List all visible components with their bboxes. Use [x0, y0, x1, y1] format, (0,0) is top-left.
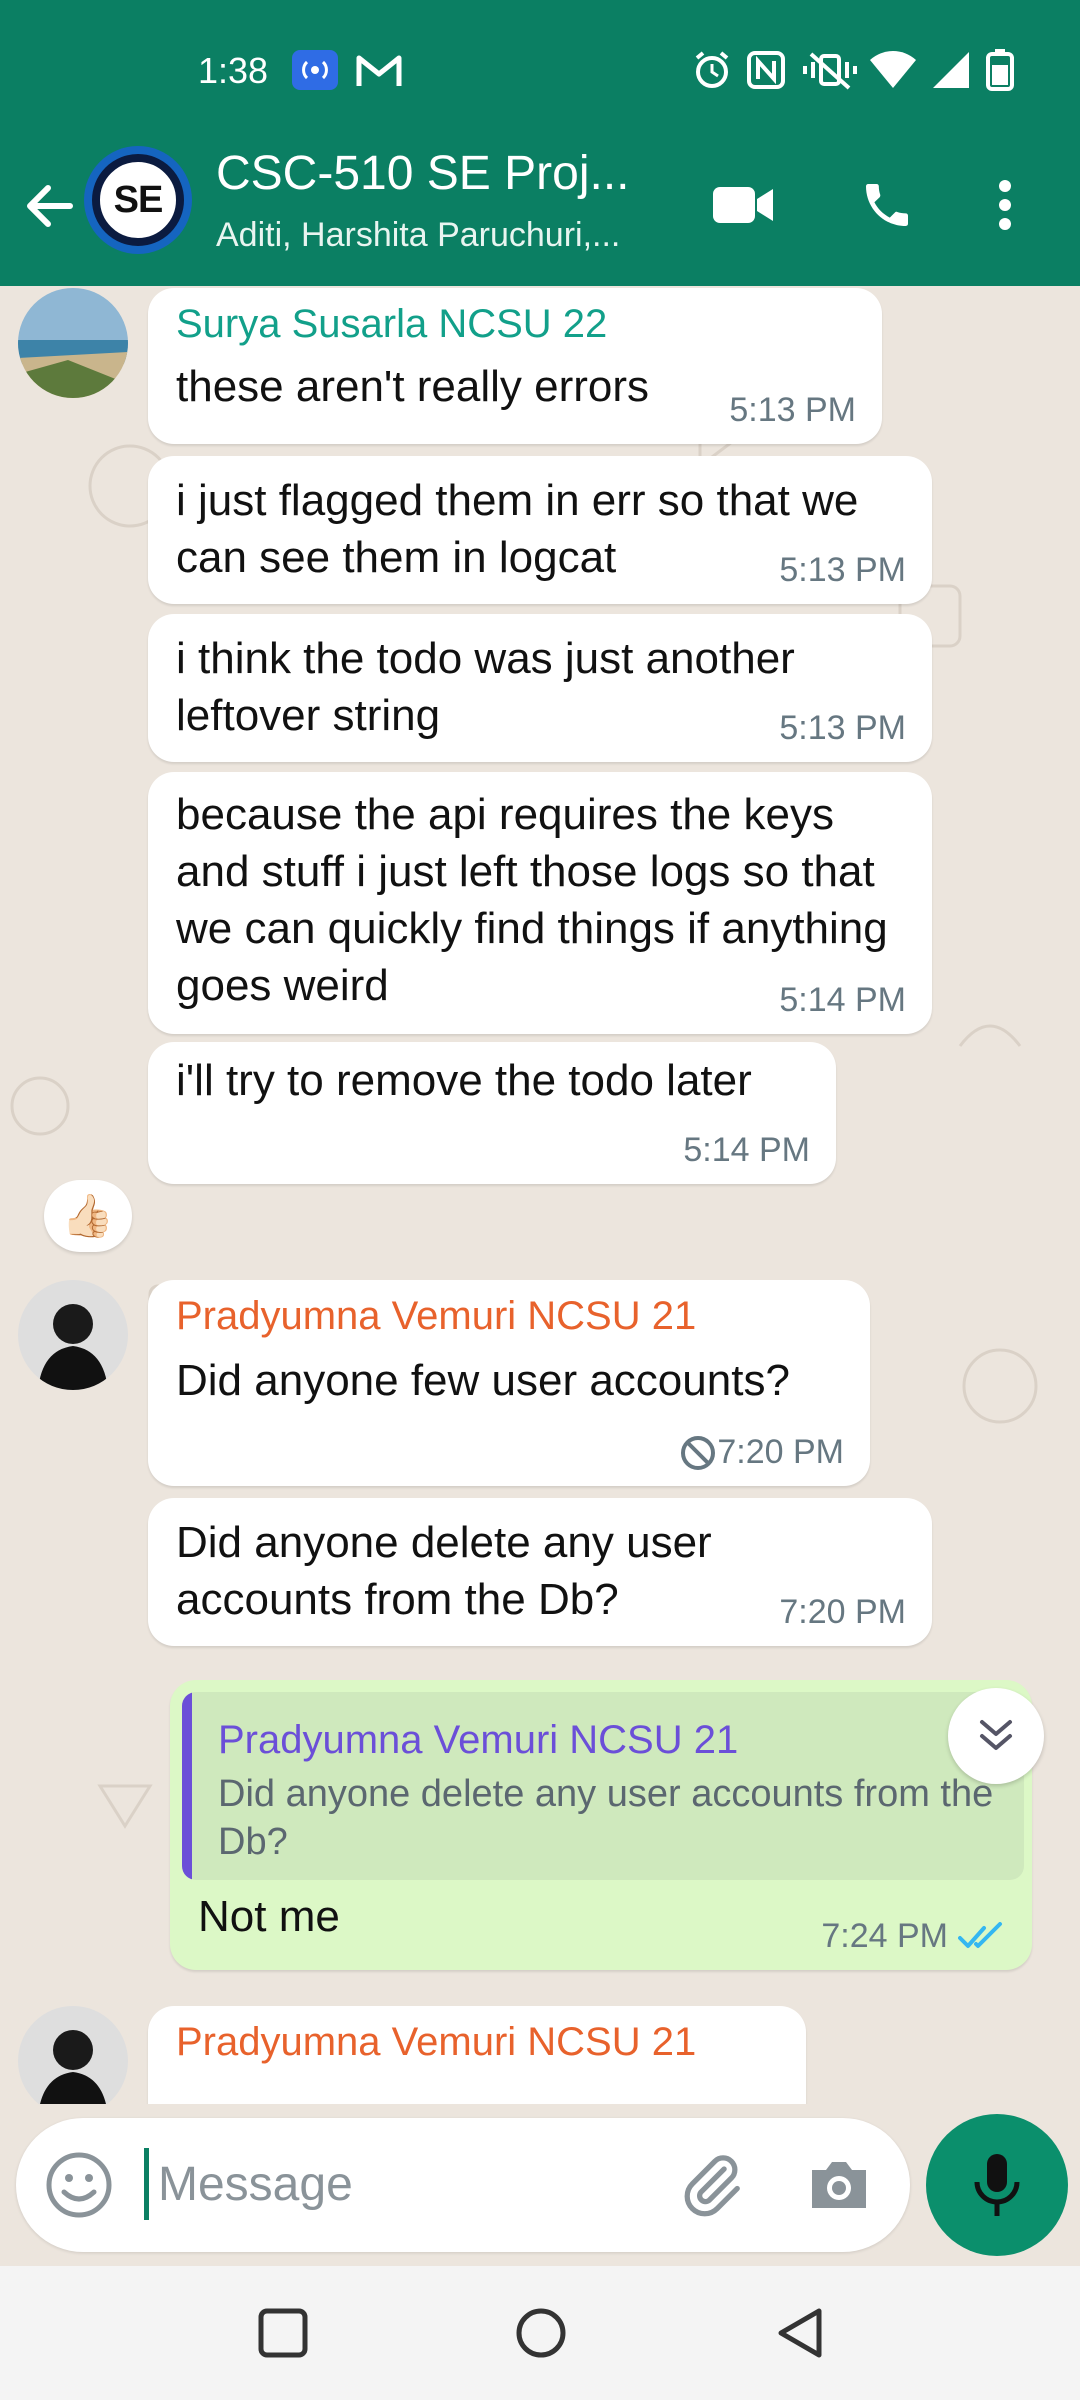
reaction-badge[interactable]: 👍🏻 — [44, 1180, 132, 1252]
back-arrow-icon[interactable] — [18, 174, 82, 238]
wifi-icon — [868, 50, 918, 90]
quoted-text: Did anyone delete any user accounts from… — [218, 1773, 994, 1863]
group-members[interactable]: Aditi, Harshita Paruchuri,... — [216, 216, 620, 255]
message-time-row: 7:24 PM — [821, 1917, 1006, 1956]
sender-avatar[interactable] — [18, 1280, 128, 1390]
message-bubble[interactable]: i'll try to remove the todo later 5:14 P… — [148, 1042, 836, 1184]
message-bubble[interactable]: i think the todo was just another leftov… — [148, 614, 932, 762]
message-time: 5:14 PM — [683, 1131, 810, 1169]
nfc-icon — [746, 50, 786, 90]
quoted-message[interactable]: Pradyumna Vemuri NCSU 21 Did anyone dele… — [182, 1692, 1024, 1880]
message-time-row: 7:20 PM — [679, 1433, 844, 1472]
message-time: 5:13 PM — [779, 551, 906, 589]
scroll-to-bottom-button[interactable] — [948, 1688, 1044, 1784]
message-text: these aren't really errors — [176, 362, 650, 411]
gmail-icon — [356, 50, 402, 90]
microphone-icon — [974, 2154, 1020, 2216]
status-bar: 1:38 — [0, 0, 1080, 140]
message-bubble[interactable]: Surya Susarla NCSU 22 these aren't reall… — [148, 288, 882, 444]
message-input[interactable] — [158, 2144, 658, 2224]
video-call-icon[interactable] — [708, 170, 778, 240]
message-text: because the api requires the keys and st… — [176, 790, 888, 1010]
sender-avatar[interactable] — [18, 288, 128, 398]
attachment-icon[interactable] — [676, 2150, 746, 2220]
read-receipt-icon — [958, 1921, 1002, 1948]
message-time: 5:13 PM — [779, 709, 906, 747]
message-text: i'll try to remove the todo later — [176, 1056, 752, 1105]
message-time: 5:14 PM — [779, 981, 906, 1019]
message-text: i think the todo was just another leftov… — [176, 634, 795, 740]
emoji-icon[interactable] — [44, 2150, 114, 2220]
status-time: 1:38 — [198, 50, 269, 91]
message-sender: Pradyumna Vemuri NCSU 21 — [176, 1294, 697, 1338]
back-icon[interactable] — [764, 2298, 834, 2368]
group-avatar-text: SE — [113, 178, 164, 221]
message-bubble[interactable]: Did anyone delete any user accounts from… — [148, 1498, 932, 1646]
quoted-sender: Pradyumna Vemuri NCSU 21 — [218, 1718, 739, 1762]
voice-call-icon[interactable] — [852, 170, 922, 240]
message-bubble[interactable]: because the api requires the keys and st… — [148, 772, 932, 1034]
message-bubble[interactable]: Pradyumna Vemuri NCSU 21 ... — [148, 2006, 806, 2104]
message-text: Not me — [198, 1892, 340, 1941]
battery-icon — [984, 49, 1016, 91]
group-avatar[interactable]: SE — [84, 146, 192, 254]
text-caret — [144, 2148, 149, 2220]
message-list[interactable]: Surya Susarla NCSU 22 these aren't reall… — [0, 286, 1080, 2104]
message-time: 7:20 PM — [717, 1433, 844, 1471]
group-title[interactable]: CSC-510 SE Proj... — [216, 146, 629, 201]
message-sender: Surya Susarla NCSU 22 — [176, 302, 608, 346]
message-bubble[interactable]: Pradyumna Vemuri NCSU 21 Did anyone few … — [148, 1280, 870, 1486]
message-text: ... — [176, 2082, 776, 2104]
message-text: Did anyone few user accounts? — [176, 1356, 790, 1405]
hotspot-icon — [292, 50, 338, 90]
alarm-icon — [690, 50, 734, 90]
signal-icon — [928, 50, 972, 90]
message-time: 7:24 PM — [821, 1917, 948, 1955]
voice-message-button[interactable] — [926, 2114, 1068, 2256]
blocked-icon — [681, 1435, 716, 1470]
message-time: 5:13 PM — [729, 391, 856, 429]
system-nav-bar — [0, 2266, 1080, 2400]
camera-icon[interactable] — [804, 2150, 874, 2220]
chat-header: SE CSC-510 SE Proj... Aditi, Harshita Pa… — [0, 140, 1080, 286]
double-chevron-down-icon — [980, 1720, 1012, 1750]
message-text: Did anyone delete any user accounts from… — [176, 1518, 712, 1624]
message-composer — [16, 2118, 910, 2252]
message-bubble[interactable]: i just flagged them in err so that we ca… — [148, 456, 932, 604]
message-time: 7:20 PM — [779, 1593, 906, 1631]
vibrate-icon — [800, 50, 860, 90]
outgoing-message-bubble[interactable]: Pradyumna Vemuri NCSU 21 Did anyone dele… — [170, 1680, 1032, 1970]
message-text: i just flagged them in err so that we ca… — [176, 476, 859, 582]
home-icon[interactable] — [506, 2298, 576, 2368]
more-options-icon[interactable] — [980, 170, 1030, 240]
recent-apps-icon[interactable] — [248, 2298, 318, 2368]
message-sender: Pradyumna Vemuri NCSU 21 — [176, 2020, 697, 2064]
